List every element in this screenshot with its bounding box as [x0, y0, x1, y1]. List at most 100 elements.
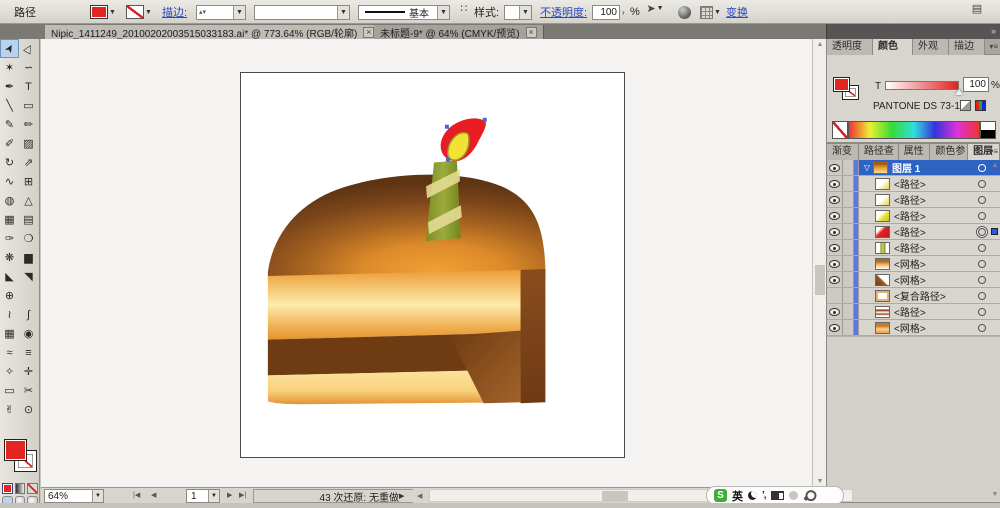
- blob-brush-tool-icon[interactable]: ✐: [0, 134, 19, 153]
- control-panel-menu-icon[interactable]: ▤: [968, 0, 986, 17]
- opacity-link[interactable]: 不透明度:: [540, 0, 587, 24]
- tint-value-field[interactable]: 100: [963, 77, 989, 92]
- visibility-toggle[interactable]: [827, 192, 843, 207]
- scroll-left-icon[interactable]: ◀: [417, 492, 422, 500]
- panel-menu-icon[interactable]: ▾≡: [989, 147, 998, 156]
- pucker-tool-icon[interactable]: ∫: [19, 305, 38, 324]
- mesh-tool-icon[interactable]: ▦: [0, 210, 19, 229]
- lock-toggle[interactable]: [843, 320, 854, 335]
- tint-slider-handle[interactable]: [955, 89, 963, 95]
- visibility-toggle[interactable]: [827, 224, 843, 239]
- crop-area-tool-icon[interactable]: ⊕: [0, 286, 19, 305]
- close-icon[interactable]: ×: [363, 26, 375, 38]
- stroke-color-swatch[interactable]: ▼: [126, 0, 152, 24]
- hand-tool-icon[interactable]: ✌: [0, 400, 19, 419]
- panel-fill-stroke[interactable]: [833, 77, 863, 105]
- lasso-tool-icon[interactable]: ∽: [19, 58, 38, 77]
- object-row[interactable]: <网格>: [827, 256, 1000, 272]
- first-artboard-icon[interactable]: |◀: [133, 491, 140, 499]
- target-circle-icon[interactable]: [978, 259, 986, 268]
- color-button[interactable]: [2, 483, 13, 494]
- selected-art-indicator[interactable]: [991, 228, 998, 235]
- lock-toggle[interactable]: [843, 192, 854, 207]
- selection-tool-icon[interactable]: ➤: [0, 39, 19, 58]
- lock-toggle[interactable]: [843, 272, 854, 287]
- visibility-toggle[interactable]: [827, 320, 843, 335]
- pencil-tool-icon[interactable]: ✏: [19, 115, 38, 134]
- object-row[interactable]: <网格>: [827, 320, 1000, 336]
- magic-wand-tool-icon[interactable]: ✶: [0, 58, 19, 77]
- zoom-level-combo[interactable]: 64% ▼: [44, 489, 104, 503]
- out-of-gamut-icon[interactable]: [960, 100, 971, 111]
- visibility-toggle[interactable]: [827, 208, 843, 223]
- opacity-field[interactable]: 100: [592, 0, 620, 24]
- lock-toggle[interactable]: [843, 256, 854, 271]
- rectangle-tool-icon[interactable]: ▭: [19, 96, 38, 115]
- target-circle-icon[interactable]: [978, 291, 986, 300]
- canvas-area[interactable]: [41, 39, 812, 487]
- fill-swatch[interactable]: [833, 77, 850, 92]
- target-circle-icon[interactable]: [978, 211, 986, 220]
- lock-toggle[interactable]: [843, 224, 854, 239]
- fill-stroke-control[interactable]: [2, 439, 38, 479]
- panel-menu-icon[interactable]: ▾≡: [989, 42, 998, 51]
- blend-tool-icon[interactable]: ❍: [19, 229, 38, 248]
- scribble-tool-icon[interactable]: ≈: [0, 343, 19, 362]
- target-circle-icon[interactable]: [978, 227, 986, 236]
- tab-appearance[interactable]: 外观: [913, 39, 949, 55]
- eyedropper-tool-icon[interactable]: ✑: [0, 229, 19, 248]
- keyboard-icon[interactable]: [770, 491, 784, 500]
- opacity-stepper-icon[interactable]: ›: [622, 0, 625, 24]
- last-artboard-icon[interactable]: ▶|: [239, 491, 246, 499]
- tab-document-1[interactable]: Nipic_1411249_20100202003515033183.ai* @…: [45, 25, 382, 40]
- style-combo[interactable]: ▼: [504, 0, 532, 24]
- none-button[interactable]: [27, 483, 39, 494]
- close-icon[interactable]: ×: [525, 26, 537, 38]
- align-grid-icon[interactable]: ▼: [700, 0, 721, 24]
- object-row[interactable]: <路径>: [827, 240, 1000, 256]
- color-spectrum-bar[interactable]: [848, 121, 980, 139]
- paintbrush-tool-icon[interactable]: ✎: [0, 115, 19, 134]
- tab-pathfinder[interactable]: 路径查: [858, 144, 899, 160]
- tab-document-2[interactable]: 未标题-9* @ 64% (CMYK/预览) ×: [374, 25, 544, 40]
- gradient-button[interactable]: [14, 483, 26, 494]
- lock-toggle[interactable]: [843, 288, 854, 303]
- stroke-link[interactable]: 描边:: [162, 0, 187, 24]
- object-row[interactable]: <网格>: [827, 272, 1000, 288]
- wrench-icon[interactable]: [802, 490, 814, 501]
- warp-tool-icon[interactable]: ≀: [0, 305, 19, 324]
- visibility-toggle[interactable]: [827, 160, 843, 175]
- empty-slot-icon[interactable]: [19, 286, 38, 305]
- expand-triangle-icon[interactable]: ▽: [861, 163, 873, 172]
- ime-language-toggle[interactable]: 英: [732, 488, 743, 504]
- brush-definition-combo[interactable]: 基本 ▼: [358, 0, 450, 24]
- fill-color-swatch[interactable]: ▼: [90, 0, 116, 24]
- lock-toggle[interactable]: [843, 160, 854, 175]
- line-segment-tool-icon[interactable]: ╲: [0, 96, 19, 115]
- live-paint-bucket-tool-icon[interactable]: ◣: [0, 267, 19, 286]
- target-circle-icon[interactable]: [978, 307, 986, 316]
- flatten-tool-icon[interactable]: ≡: [19, 343, 38, 362]
- target-circle-icon[interactable]: [978, 275, 986, 284]
- object-row[interactable]: <路径>: [827, 224, 1000, 240]
- status-flyout-icon[interactable]: ▶: [399, 492, 404, 500]
- none-swatch[interactable]: [832, 121, 848, 139]
- artboard-tool-icon[interactable]: ▭: [0, 381, 19, 400]
- scroll-down-icon[interactable]: ▼: [990, 491, 1000, 498]
- eyedropper-sample-tool-icon[interactable]: ✧: [0, 362, 19, 381]
- visibility-toggle[interactable]: [827, 240, 843, 255]
- appearance-dots-icon[interactable]: ∷: [455, 0, 473, 17]
- scroll-up-icon[interactable]: ▲: [990, 162, 1000, 169]
- free-transform-tool-icon[interactable]: ⊞: [19, 172, 38, 191]
- ime-skin-icon[interactable]: [788, 491, 798, 500]
- shape-builder-tool-icon[interactable]: ◍: [0, 191, 19, 210]
- lock-toggle[interactable]: [843, 304, 854, 319]
- visibility-toggle[interactable]: [827, 256, 843, 271]
- recolor-artwork-icon[interactable]: [678, 0, 691, 24]
- slice-tool-icon[interactable]: ✂: [19, 381, 38, 400]
- measure-tool-icon[interactable]: ✛: [19, 362, 38, 381]
- scale-tool-icon[interactable]: ⇗: [19, 153, 38, 172]
- tab-gradient[interactable]: 渐变: [827, 144, 859, 160]
- gradient-tool-icon[interactable]: ▤: [19, 210, 38, 229]
- sogou-logo-icon[interactable]: S: [714, 489, 727, 502]
